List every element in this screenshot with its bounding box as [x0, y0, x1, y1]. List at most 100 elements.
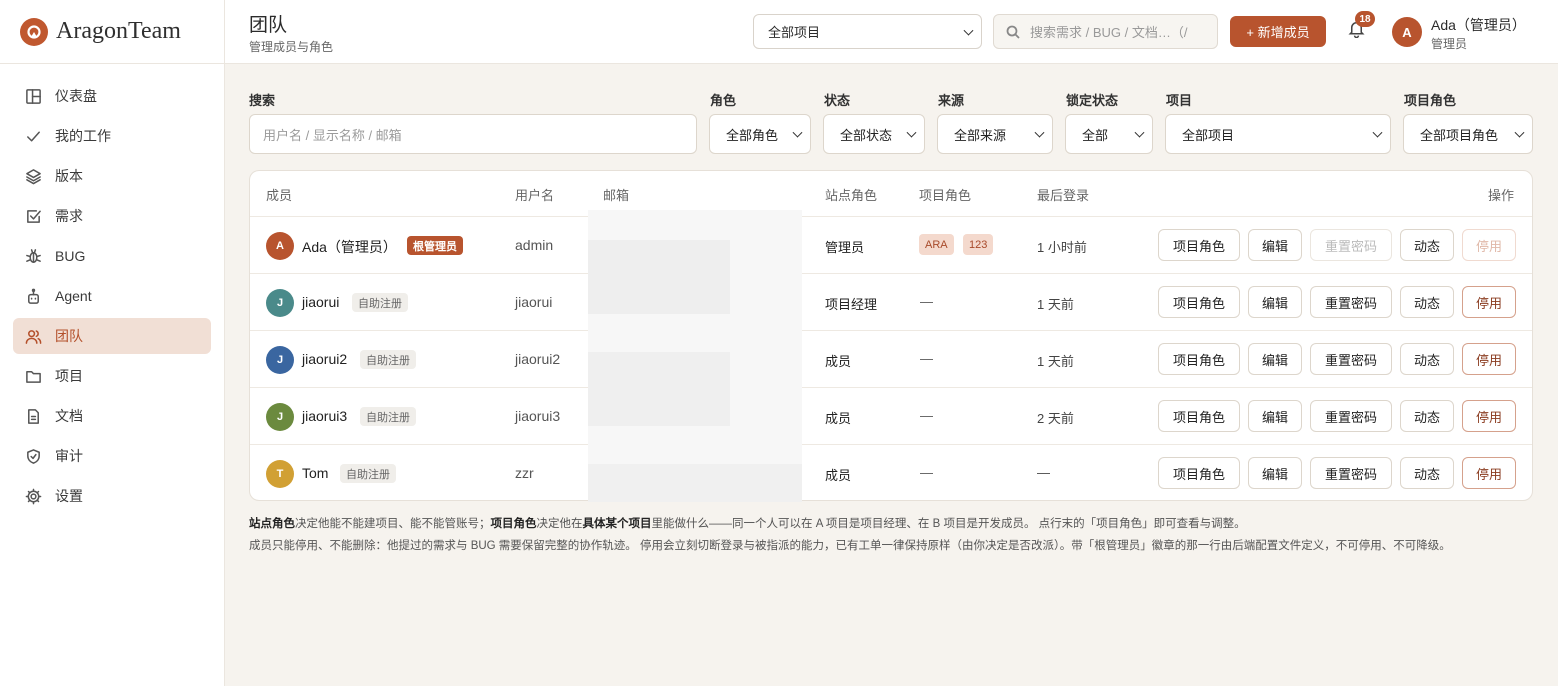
member-search-placeholder: 用户名 / 显示名称 / 邮箱 [263, 127, 402, 143]
reset-password-button[interactable]: 重置密码 [1310, 400, 1392, 432]
user-name[interactable]: Ada（管理员） [1431, 15, 1526, 35]
project-role-button[interactable]: 项目角色 [1158, 343, 1240, 375]
help-note-line-1: 站点角色决定他能不能建项目、能不能管账号；项目角色决定他在具体某个项目里能做什么… [249, 513, 1451, 535]
chevron-down-icon [1514, 127, 1525, 138]
topbar: 团队 管理成员与角色 全部项目 搜索需求 / BUG / 文档…（/ + 新增成… [225, 0, 1558, 64]
activity-button[interactable]: 动态 [1400, 286, 1454, 318]
self-registered-badge: 自助注册 [360, 350, 416, 369]
project-role-button[interactable]: 项目角色 [1158, 286, 1240, 318]
sidebar-item-versions[interactable]: 版本 [13, 158, 211, 194]
disable-button[interactable]: 停用 [1462, 229, 1516, 261]
project-filter-select[interactable]: 全部项目 [1165, 114, 1391, 154]
status-filter-select[interactable]: 全部状态 [823, 114, 925, 154]
project-select-value: 全部项目 [768, 25, 821, 40]
edit-button[interactable]: 编辑 [1248, 400, 1302, 432]
sidebar-item-settings[interactable]: 设置 [13, 478, 211, 514]
role-filter-select[interactable]: 全部角色 [709, 114, 811, 154]
help-note-text: 里能做什么——同一个人可以在 A 项目是项目经理、在 B 项目是开发成员。 点行… [651, 518, 1246, 530]
avatar: A [266, 232, 294, 260]
sidebar-item-audit[interactable]: 审计 [13, 438, 211, 474]
activity-button[interactable]: 动态 [1400, 400, 1454, 432]
member-name: jiaorui [302, 294, 340, 310]
activity-button[interactable]: 动态 [1400, 457, 1454, 489]
table-row: A Ada（管理员） 根管理员 admin 管理员 ARA 123 1 小时前 … [250, 216, 1532, 273]
sidebar-item-my-work[interactable]: 我的工作 [13, 118, 211, 154]
member-name: Ada（管理员） [302, 239, 397, 255]
disable-button[interactable]: 停用 [1462, 343, 1516, 375]
help-note-line-2: 成员只能停用、不能删除：他提过的需求与 BUG 需要保留完整的协作轨迹。 停用会… [249, 540, 1451, 552]
edit-button[interactable]: 编辑 [1248, 286, 1302, 318]
reset-password-button[interactable]: 重置密码 [1310, 229, 1392, 261]
chevron-down-icon [906, 127, 917, 138]
new-member-button[interactable]: + 新增成员 [1230, 16, 1326, 47]
reset-password-button[interactable]: 重置密码 [1310, 457, 1392, 489]
shield-icon [27, 448, 40, 464]
edit-button[interactable]: 编辑 [1248, 343, 1302, 375]
project-role-button[interactable]: 项目角色 [1158, 457, 1240, 489]
redacted-email-column [588, 210, 802, 502]
status-filter-value: 全部状态 [840, 127, 893, 143]
search-label: 搜索 [249, 93, 276, 108]
global-search-input[interactable]: 搜索需求 / BUG / 文档…（/ [993, 14, 1218, 49]
project-role-button[interactable]: 项目角色 [1158, 400, 1240, 432]
dashboard-icon [26, 88, 41, 104]
activity-button[interactable]: 动态 [1400, 229, 1454, 261]
help-note-bold: 具体某个项目 [582, 518, 652, 530]
edit-button[interactable]: 编辑 [1248, 229, 1302, 261]
last-login: 2 天前 [1037, 411, 1074, 426]
page-subtitle: 管理成员与角色 [249, 40, 334, 54]
project-select[interactable]: 全部项目 [753, 14, 982, 49]
sidebar-item-team[interactable]: 团队 [13, 318, 211, 354]
sidebar-item-projects[interactable]: 项目 [13, 358, 211, 394]
sidebar-item-requirements[interactable]: 需求 [13, 198, 211, 234]
bug-icon [26, 248, 41, 263]
help-notes: 站点角色决定他能不能建项目、能不能管账号；项目角色决定他在具体某个项目里能做什么… [249, 513, 1451, 557]
last-login: 1 天前 [1037, 297, 1074, 312]
global-search-placeholder: 搜索需求 / BUG / 文档…（/ [1030, 25, 1188, 40]
gear-icon [25, 488, 42, 504]
disable-button[interactable]: 停用 [1462, 400, 1516, 432]
sidebar-item-docs[interactable]: 文档 [13, 398, 211, 434]
reset-password-button[interactable]: 重置密码 [1310, 286, 1392, 318]
check-icon [27, 130, 40, 142]
member-search-input[interactable]: 用户名 / 显示名称 / 邮箱 [249, 114, 697, 154]
site-role: 项目经理 [825, 297, 878, 312]
logo-icon [20, 17, 48, 46]
member-name: jiaorui3 [302, 408, 348, 424]
last-login: 1 小时前 [1037, 240, 1087, 255]
project-role-chip: 123 [963, 234, 994, 255]
help-note-bold: 站点角色 [249, 518, 295, 530]
source-filter-select[interactable]: 全部来源 [937, 114, 1053, 154]
sidebar-item-label: 我的工作 [55, 128, 111, 144]
self-registered-badge: 自助注册 [352, 293, 408, 312]
lock-filter-value: 全部 [1082, 127, 1109, 143]
user-role: 管理员 [1431, 37, 1468, 51]
avatar[interactable]: A [1392, 17, 1422, 47]
site-role: 成员 [825, 411, 852, 426]
column-header-username: 用户名 [515, 188, 555, 203]
project-role-empty: — [920, 351, 933, 366]
project-role-filter-select[interactable]: 全部项目角色 [1403, 114, 1533, 154]
project-filter-label: 项目 [1166, 93, 1193, 108]
notification-badge: 18 [1355, 11, 1375, 27]
project-role-filter-value: 全部项目角色 [1420, 127, 1499, 143]
project-role-empty: — [920, 408, 933, 423]
sidebar-item-dashboard[interactable]: 仪表盘 [13, 78, 211, 114]
project-role-button[interactable]: 项目角色 [1158, 229, 1240, 261]
redaction-block [588, 464, 802, 502]
activity-button[interactable]: 动态 [1400, 343, 1454, 375]
avatar: J [266, 346, 294, 374]
disable-button[interactable]: 停用 [1462, 286, 1516, 318]
site-role: 成员 [825, 354, 852, 369]
column-header-email: 邮箱 [603, 188, 630, 203]
column-header-project-role: 项目角色 [919, 188, 972, 203]
reset-password-button[interactable]: 重置密码 [1310, 343, 1392, 375]
brand[interactable]: AragonTeam [0, 0, 224, 64]
chevron-down-icon [1372, 127, 1383, 138]
lock-filter-select[interactable]: 全部 [1065, 114, 1153, 154]
sidebar-item-bug[interactable]: BUG [13, 238, 211, 274]
edit-button[interactable]: 编辑 [1248, 457, 1302, 489]
robot-icon [28, 288, 39, 304]
disable-button[interactable]: 停用 [1462, 457, 1516, 489]
sidebar-item-agent[interactable]: Agent [13, 278, 211, 314]
